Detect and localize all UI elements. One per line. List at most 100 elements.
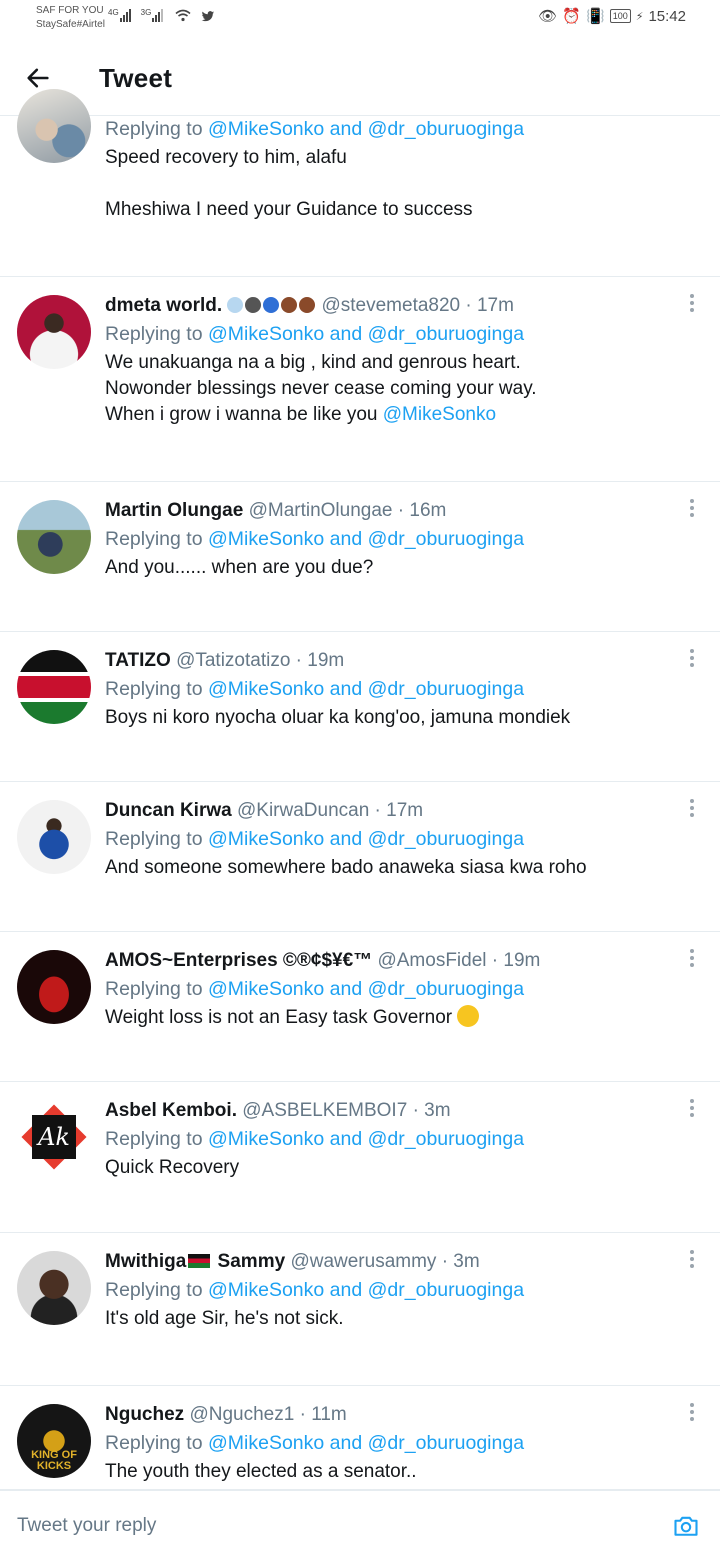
author-name-suffix[interactable]: Sammy (212, 1251, 286, 1272)
avatar[interactable]: Ak (17, 1100, 91, 1174)
author-name[interactable]: Asbel Kemboi. (105, 1100, 237, 1121)
mention-link[interactable]: @dr_oburuoginga (368, 118, 524, 140)
comment-icon[interactable] (106, 1353, 130, 1377)
author-name[interactable]: Mwithiga (105, 1251, 186, 1272)
retweet-icon[interactable] (259, 449, 283, 473)
author-name[interactable]: TATIZO (105, 650, 171, 671)
mention-link[interactable]: @MikeSonko (208, 678, 324, 700)
avatar[interactable] (17, 800, 91, 874)
mention-link[interactable]: @MikeSonko (208, 528, 324, 550)
author-name[interactable]: Nguchez (105, 1404, 184, 1425)
share-icon[interactable] (566, 902, 590, 926)
author-handle[interactable]: @MartinOlungae (249, 500, 393, 521)
heart-icon[interactable] (413, 449, 437, 473)
author-handle[interactable]: @KirwaDuncan (237, 800, 369, 821)
retweet-icon[interactable] (259, 237, 283, 261)
share-icon[interactable] (566, 449, 590, 473)
author-handle[interactable]: @Nguchez1 (189, 1404, 294, 1425)
author-handle[interactable]: @wawerusammy (290, 1251, 436, 1272)
share-icon[interactable] (566, 1202, 590, 1226)
share-icon[interactable] (566, 1353, 590, 1377)
mention-link[interactable]: @dr_oburuoginga (368, 828, 524, 850)
mention-link[interactable]: @MikeSonko (383, 404, 496, 425)
heart-icon[interactable] (413, 902, 437, 926)
reply-input[interactable]: Tweet your reply (17, 1515, 156, 1537)
mention-link[interactable]: @dr_oburuoginga (368, 978, 524, 1000)
mention-link[interactable]: @dr_oburuoginga (368, 1279, 524, 1301)
mention-link[interactable]: @dr_oburuoginga (368, 528, 524, 550)
more-vertical-icon[interactable] (689, 1403, 695, 1423)
tweet-item[interactable]: Ak Asbel Kemboi. @ASBELKEMBOI7 · 3m Replyi… (0, 1083, 720, 1233)
arrow-left-icon[interactable] (24, 64, 52, 92)
signal-icon (152, 8, 164, 22)
mention-link[interactable]: @MikeSonko (208, 1128, 324, 1150)
tweet-header: Asbel Kemboi. @ASBELKEMBOI7 · 3m (105, 1099, 451, 1123)
comment-icon[interactable] (106, 902, 130, 926)
comment-icon[interactable] (106, 237, 130, 261)
mention-link[interactable]: @dr_oburuoginga (368, 1432, 524, 1454)
heart-icon[interactable] (413, 1202, 437, 1226)
avatar[interactable] (17, 500, 91, 574)
author-name[interactable]: Martin Olungae (105, 500, 243, 521)
mention-link[interactable]: @MikeSonko (208, 1279, 324, 1301)
comment-icon[interactable] (106, 1052, 130, 1076)
comment-icon[interactable] (106, 602, 130, 626)
tweet-item[interactable]: Duncan Kirwa @KirwaDuncan · 17m Replying … (0, 783, 720, 932)
avatar[interactable] (17, 650, 91, 724)
tweet-item[interactable]: TATIZO @Tatizotatizo · 19m Replying to @M… (0, 633, 720, 782)
more-vertical-icon[interactable] (689, 649, 695, 669)
tweet-item[interactable]: Mwithiga Sammy @wawerusammy · 3m Replying… (0, 1234, 720, 1386)
share-icon[interactable] (566, 752, 590, 776)
author-name[interactable]: Duncan Kirwa (105, 800, 232, 821)
avatar[interactable]: KING OF KICKS (17, 1404, 91, 1478)
share-icon[interactable] (566, 237, 590, 261)
mention-link[interactable]: @MikeSonko (208, 323, 324, 345)
mention-link[interactable]: @dr_oburuoginga (368, 678, 524, 700)
retweet-icon[interactable] (259, 1052, 283, 1076)
more-vertical-icon[interactable] (689, 1250, 695, 1270)
mention-link[interactable]: @MikeSonko (208, 978, 324, 1000)
author-handle[interactable]: @stevemeta820 (321, 295, 460, 316)
comment-icon[interactable] (106, 1202, 130, 1226)
heart-icon[interactable] (413, 237, 437, 261)
mention-link[interactable]: @MikeSonko (208, 118, 324, 140)
mention-link[interactable]: @dr_oburuoginga (368, 1128, 524, 1150)
retweet-icon[interactable] (259, 902, 283, 926)
mention-link[interactable]: @MikeSonko (208, 828, 324, 850)
avatar[interactable] (17, 89, 91, 163)
more-vertical-icon[interactable] (689, 949, 695, 969)
camera-icon[interactable] (672, 1512, 700, 1540)
retweet-icon[interactable] (259, 1353, 283, 1377)
heart-icon[interactable] (413, 1353, 437, 1377)
tweet-item[interactable]: dmeta world. @stevemeta820 · 17m Replying… (0, 278, 720, 482)
heart-icon[interactable] (413, 602, 437, 626)
heart-icon[interactable] (413, 1052, 437, 1076)
retweet-icon[interactable] (259, 602, 283, 626)
share-icon[interactable] (566, 1052, 590, 1076)
author-name[interactable]: dmeta world. (105, 295, 222, 316)
mention-link[interactable]: @dr_oburuoginga (368, 323, 524, 345)
more-vertical-icon[interactable] (689, 499, 695, 519)
retweet-icon[interactable] (259, 1202, 283, 1226)
author-name[interactable]: AMOS~Enterprises ©®¢$¥€™ (105, 950, 372, 971)
tweet-item[interactable]: Replying to @MikeSonko and @dr_oburuogin… (0, 89, 720, 277)
comment-icon[interactable] (106, 752, 130, 776)
more-vertical-icon[interactable] (689, 1099, 695, 1119)
comment-icon[interactable] (106, 449, 130, 473)
avatar[interactable] (17, 1251, 91, 1325)
share-icon[interactable] (566, 602, 590, 626)
retweet-icon[interactable] (259, 752, 283, 776)
tweet-item[interactable]: AMOS~Enterprises ©®¢$¥€™ @AmosFidel · 19… (0, 933, 720, 1082)
author-handle[interactable]: @Tatizotatizo (176, 650, 290, 671)
more-vertical-icon[interactable] (689, 294, 695, 314)
avatar[interactable] (17, 950, 91, 1024)
heart-icon[interactable] (413, 752, 437, 776)
tweet-item[interactable]: Martin Olungae @MartinOlungae · 16m Reply… (0, 483, 720, 632)
author-handle[interactable]: @ASBELKEMBOI7 (242, 1100, 407, 1121)
author-handle[interactable]: @AmosFidel (377, 950, 486, 971)
more-vertical-icon[interactable] (689, 799, 695, 819)
mention-link[interactable]: @MikeSonko (208, 1432, 324, 1454)
tweet-item[interactable]: KING OF KICKS Nguchez @Nguchez1 · 11m Repl… (0, 1387, 720, 1490)
reply-composer[interactable]: Tweet your reply (0, 1490, 720, 1560)
avatar[interactable] (17, 295, 91, 369)
